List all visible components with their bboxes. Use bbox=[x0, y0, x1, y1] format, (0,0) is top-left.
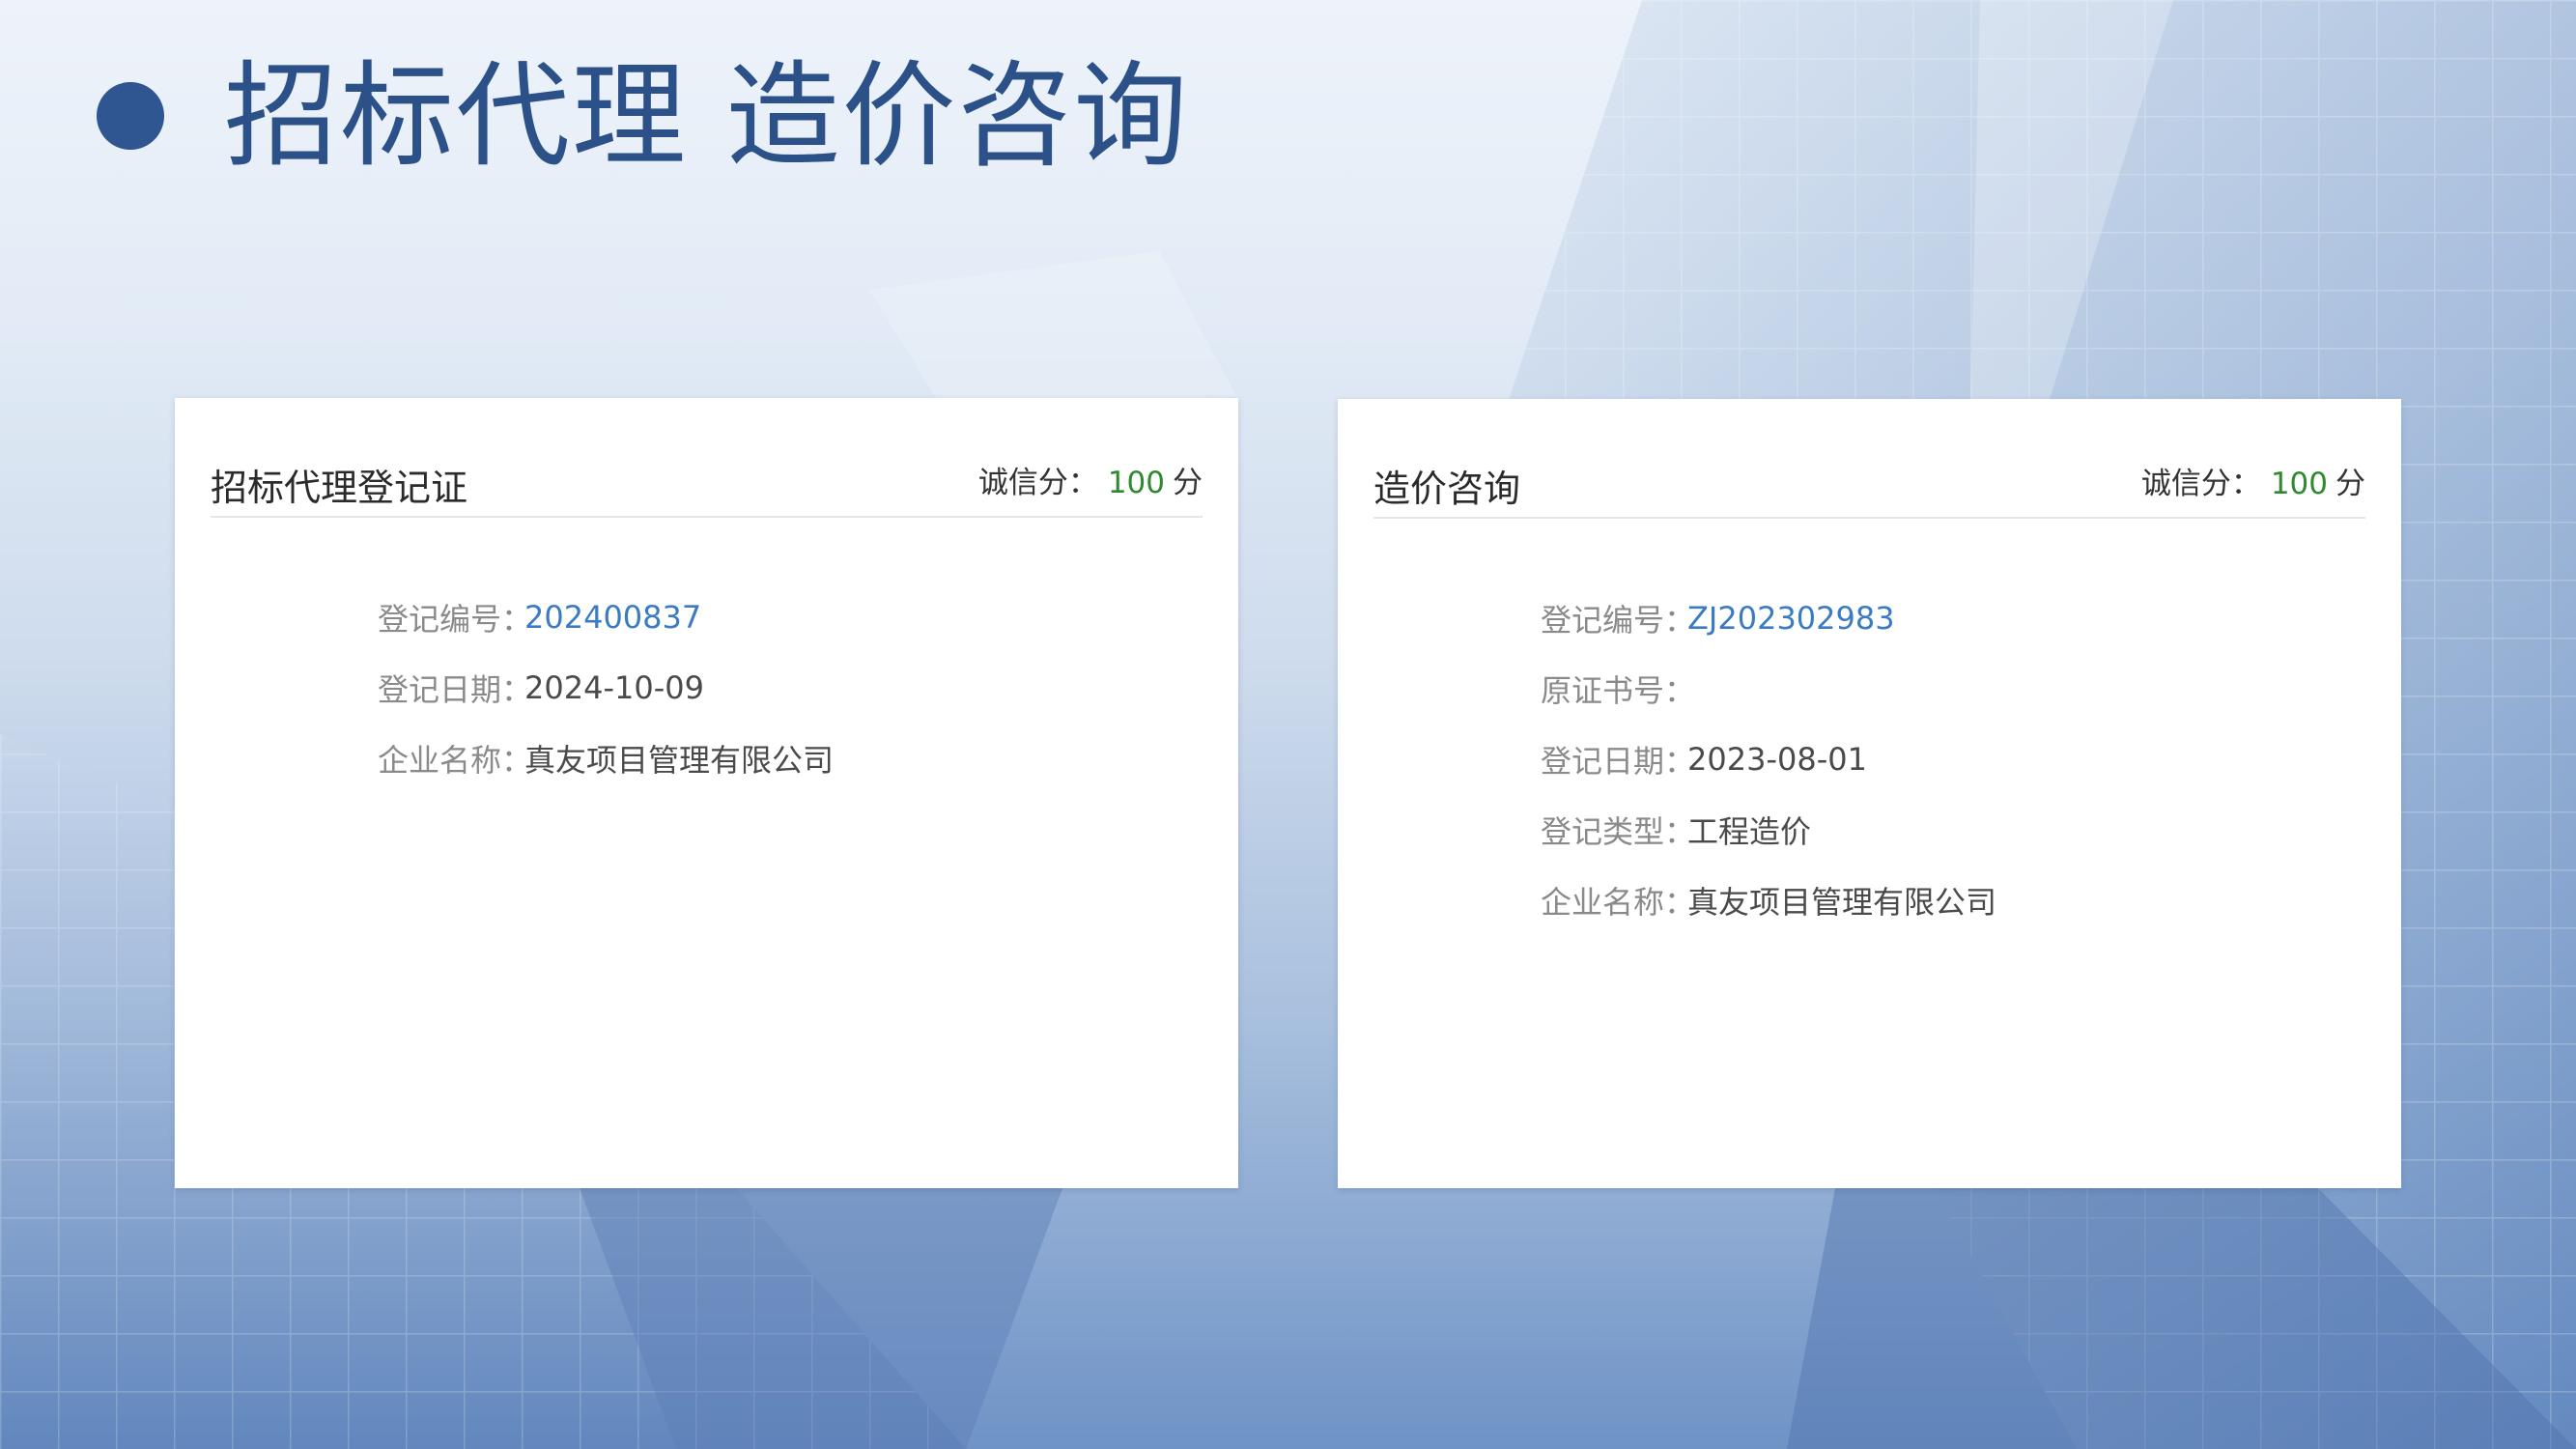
field-label: 登记类型： bbox=[1541, 812, 1696, 850]
field-label: 登记编号： bbox=[378, 600, 533, 638]
field-label: 企业名称： bbox=[1541, 883, 1696, 921]
credit-value: 100 bbox=[2270, 467, 2328, 501]
field-original-certificate-number: 原证书号： bbox=[1541, 653, 1996, 724]
field-label: 原证书号： bbox=[1541, 671, 1696, 709]
field-label: 登记日期： bbox=[378, 670, 533, 708]
field-value: 工程造价 bbox=[1687, 812, 1812, 850]
field-label: 企业名称： bbox=[378, 741, 533, 779]
card-header: 造价咨询 诚信分： 100 分 bbox=[1373, 440, 2365, 519]
credit-label: 诚信分： bbox=[2140, 467, 2261, 501]
field-value: 真友项目管理有限公司 bbox=[1687, 883, 1997, 921]
card-title: 造价咨询 bbox=[1373, 468, 1521, 510]
credit-unit: 分 bbox=[2335, 467, 2365, 501]
credit-score: 诚信分： 100 分 bbox=[978, 458, 1203, 501]
credit-value: 100 bbox=[1107, 466, 1165, 500]
field-registration-date: 登记日期： 2023-08-01 bbox=[1541, 724, 1996, 794]
field-company-name: 企业名称： 真友项目管理有限公司 bbox=[1541, 865, 1996, 935]
field-value: 2023-08-01 bbox=[1687, 740, 1867, 778]
cost-consulting-card: 造价咨询 诚信分： 100 分 登记编号： ZJ202302983 原证书号： 登记… bbox=[1338, 399, 2401, 1188]
field-registration-number: 登记编号： ZJ202302983 bbox=[1541, 582, 1996, 653]
bidding-agency-card: 招标代理登记证 诚信分： 100 分 登记编号： 202400837 登记日期： 2… bbox=[175, 398, 1238, 1188]
page-title: 招标代理 造价咨询 bbox=[224, 49, 1190, 183]
bullet-dot-icon bbox=[97, 82, 164, 150]
registration-number-link[interactable]: ZJ202302983 bbox=[1687, 600, 1895, 637]
credit-unit: 分 bbox=[1173, 466, 1203, 500]
credit-label: 诚信分： bbox=[977, 466, 1098, 500]
field-label: 登记编号： bbox=[1541, 601, 1696, 639]
field-list: 登记编号： 202400837 登记日期： 2024-10-09 企业名称： 真… bbox=[378, 582, 834, 793]
credit-score: 诚信分： 100 分 bbox=[2141, 459, 2365, 502]
field-registration-date: 登记日期： 2024-10-09 bbox=[378, 652, 834, 723]
field-value: 2024-10-09 bbox=[524, 668, 704, 706]
card-header: 招标代理登记证 诚信分： 100 分 bbox=[211, 439, 1203, 518]
field-value: 真友项目管理有限公司 bbox=[524, 741, 835, 779]
field-label: 登记日期： bbox=[1541, 742, 1696, 780]
slide-title: 招标代理 造价咨询 bbox=[97, 39, 1190, 193]
card-title: 招标代理登记证 bbox=[211, 467, 468, 509]
field-list: 登记编号： ZJ202302983 原证书号： 登记日期： 2023-08-01… bbox=[1541, 582, 1996, 935]
field-company-name: 企业名称： 真友项目管理有限公司 bbox=[378, 723, 834, 793]
field-registration-type: 登记类型： 工程造价 bbox=[1541, 794, 1996, 865]
field-registration-number: 登记编号： 202400837 bbox=[378, 582, 834, 652]
registration-number-link[interactable]: 202400837 bbox=[524, 599, 701, 636]
